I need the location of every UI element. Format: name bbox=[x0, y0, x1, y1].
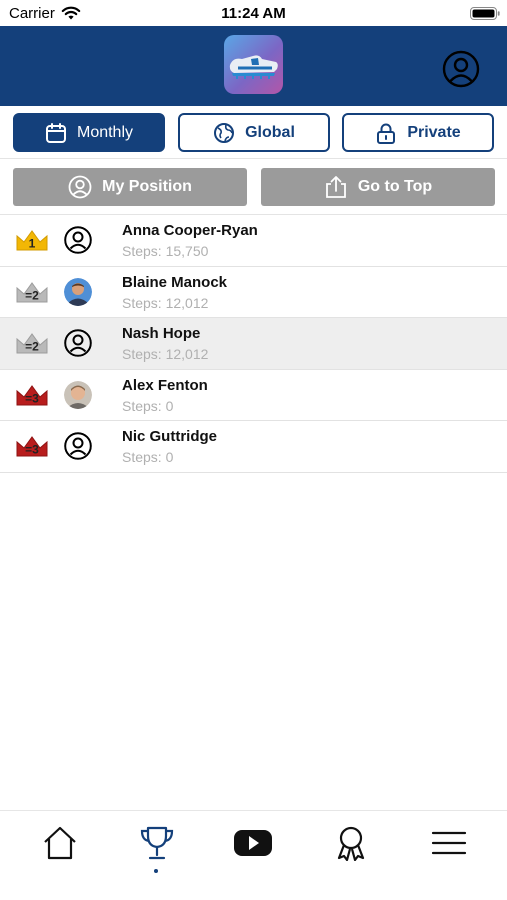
avatar bbox=[64, 277, 92, 306]
lock-icon bbox=[377, 123, 396, 144]
player-name: Blaine Manock bbox=[122, 273, 228, 291]
menu-icon[interactable] bbox=[429, 825, 469, 861]
avatar bbox=[64, 380, 92, 409]
player-name: Nic Guttridge bbox=[122, 428, 218, 445]
user-circle-icon[interactable] bbox=[442, 50, 480, 88]
player-name: Alex Fenton bbox=[122, 376, 208, 394]
go-to-top-button[interactable]: Go to Top bbox=[261, 168, 495, 206]
tab-private-label: Private bbox=[407, 123, 461, 141]
trophy-icon[interactable] bbox=[137, 825, 177, 861]
divider bbox=[0, 158, 507, 159]
globe-icon bbox=[214, 122, 235, 143]
player-steps: Steps: 0 bbox=[122, 397, 174, 414]
leaderboard-list: 1 Anna Cooper-Ryan Steps: 15,750 =2 Blai… bbox=[0, 215, 507, 473]
rank-label: =3 bbox=[25, 443, 39, 457]
leaderboard-row-current-user[interactable]: =2 Nash Hope Steps: 12,012 bbox=[0, 318, 507, 370]
leaderboard-row[interactable]: =3 Alex Fenton Steps: 0 bbox=[0, 369, 507, 421]
rank-label: =3 bbox=[25, 391, 39, 405]
go-to-top-label: Go to Top bbox=[357, 178, 433, 195]
upload-arrow-icon bbox=[325, 176, 346, 198]
player-name: Nash Hope bbox=[122, 325, 201, 342]
my-position-button[interactable]: My Position bbox=[13, 168, 247, 206]
tab-private[interactable]: Private bbox=[342, 113, 494, 152]
status-bar: Carrier 11:24 AM bbox=[0, 0, 507, 26]
player-steps: Steps: 12,012 bbox=[122, 294, 209, 311]
tab-monthly-label: Monthly bbox=[76, 123, 134, 141]
player-name: Anna Cooper-Ryan bbox=[122, 222, 258, 239]
selected-tab-indicator bbox=[154, 869, 158, 873]
rank-label: =2 bbox=[25, 288, 39, 302]
leaderboard-row[interactable]: =3 Nic Guttridge Steps: 0 bbox=[0, 421, 507, 473]
app-header bbox=[0, 26, 507, 106]
tab-global-label: Global bbox=[245, 123, 295, 141]
user-circle-icon bbox=[68, 175, 92, 199]
player-steps: Steps: 15,750 bbox=[122, 243, 209, 259]
leaderboard-row[interactable]: =2 Blaine Manock Steps: 12,012 bbox=[0, 266, 507, 318]
tab-monthly[interactable]: Monthly bbox=[13, 113, 165, 152]
running-shoe-logo bbox=[224, 35, 283, 94]
leaderboard-filter-tabs: Monthly Global Private bbox=[0, 106, 507, 158]
rank-label: 1 bbox=[29, 237, 36, 251]
leaderboard-row[interactable]: 1 Anna Cooper-Ryan Steps: 15,750 bbox=[0, 215, 507, 267]
gold-crown-icon: 1 bbox=[16, 230, 48, 251]
rank-label: =2 bbox=[25, 340, 39, 354]
default-avatar-icon bbox=[64, 226, 92, 254]
battery-icon bbox=[470, 7, 500, 20]
bronze-crown-icon: =3 bbox=[16, 384, 48, 405]
youtube-icon[interactable] bbox=[233, 825, 273, 861]
calendar-icon bbox=[45, 122, 66, 143]
clock: 11:24 AM bbox=[221, 5, 286, 22]
award-ribbon-icon[interactable] bbox=[331, 825, 371, 861]
player-steps: Steps: 12,012 bbox=[122, 346, 209, 362]
player-steps: Steps: 0 bbox=[122, 449, 174, 465]
silver-crown-icon: =2 bbox=[16, 281, 48, 302]
silver-crown-icon: =2 bbox=[16, 333, 48, 354]
tab-global[interactable]: Global bbox=[178, 113, 330, 152]
default-avatar-icon bbox=[64, 329, 92, 357]
default-avatar-icon bbox=[64, 432, 92, 460]
my-position-label: My Position bbox=[102, 178, 192, 195]
bronze-crown-icon: =3 bbox=[16, 436, 48, 457]
home-icon[interactable] bbox=[40, 825, 80, 861]
bottom-tab-bar bbox=[0, 810, 507, 900]
